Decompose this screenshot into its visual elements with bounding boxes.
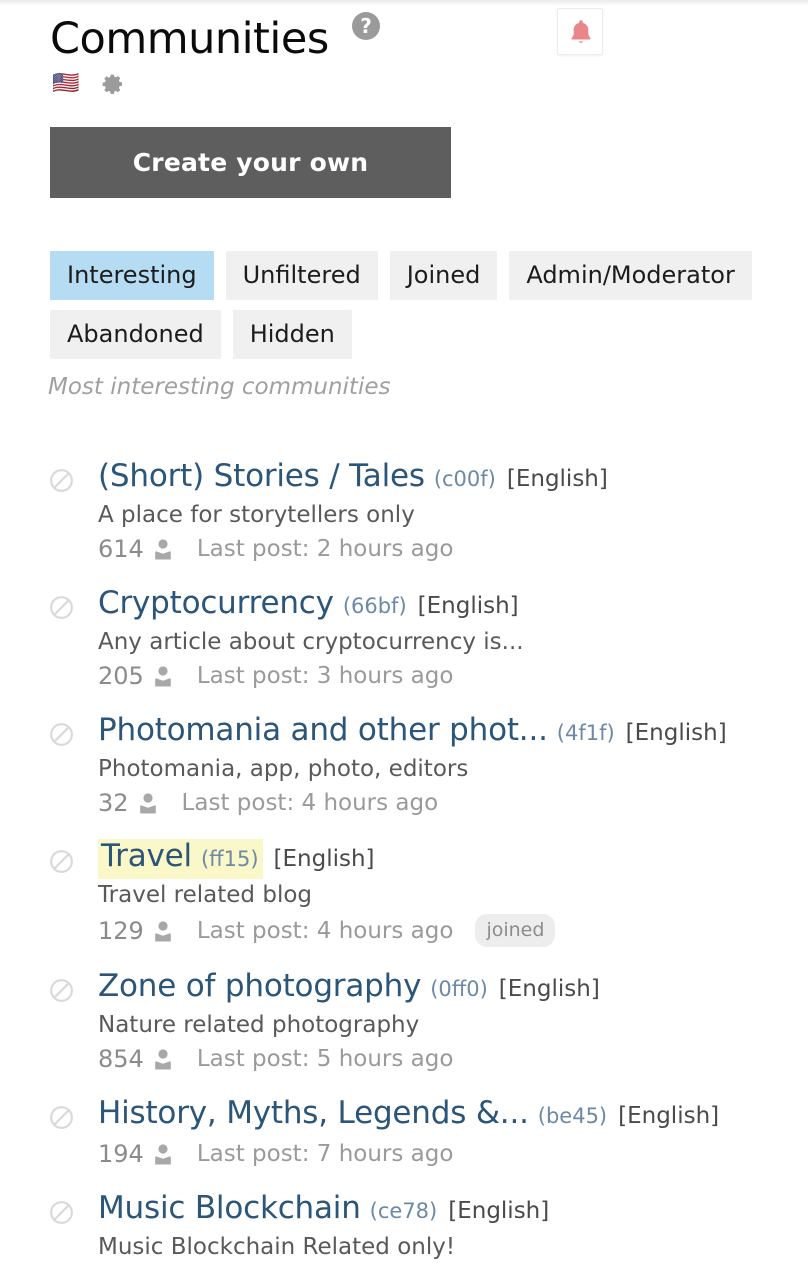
community-title-row: Cryptocurrency (66bf) [English]: [98, 585, 808, 626]
last-post-time: Last post: 4 hours ago: [181, 790, 439, 816]
notification-bell-button[interactable]: [557, 8, 603, 55]
communities-page: Communities ? 🇺🇸 Create your own Interes…: [0, 0, 808, 1280]
joined-badge[interactable]: joined: [475, 914, 556, 947]
user-icon: [153, 538, 173, 560]
community-title-row: Photomania and other phot... (4f1f) [Engli…: [98, 712, 808, 753]
community-title-link[interactable]: Photomania and other phot...: [98, 712, 548, 748]
community-title-link[interactable]: Zone of photography: [98, 968, 421, 1004]
community-title-link[interactable]: History, Myths, Legends &...: [98, 1095, 529, 1131]
community-stats-row: 129 Last post: 4 hours ago joined: [98, 914, 808, 947]
community-language: [English]: [417, 593, 519, 619]
member-count: 614: [98, 535, 144, 563]
community-language: [English]: [625, 720, 727, 746]
community-hash-code: (ce78): [369, 1199, 438, 1223]
community-title-link[interactable]: Music Blockchain: [98, 1190, 361, 1226]
community-stats-row: 854 Last post: 5 hours ago: [98, 1044, 808, 1074]
community-language: [English]: [618, 1103, 720, 1129]
tab-joined[interactable]: Joined: [389, 251, 498, 300]
filter-tabs: Interesting Unfiltered Joined Admin/Mode…: [50, 251, 770, 359]
member-count: 205: [98, 662, 144, 690]
last-post-time: Last post: 2 hours ago: [196, 536, 454, 562]
create-your-own-button[interactable]: Create your own: [50, 127, 451, 198]
community-list: (Short) Stories / Tales (c00f) [English] A…: [0, 458, 808, 1280]
settings-gear-icon[interactable]: [101, 72, 125, 96]
block-circle-icon[interactable]: [48, 977, 75, 1004]
community-title-row: History, Myths, Legends &... (be45) [Engli…: [98, 1095, 808, 1136]
community-hash-code: (ff15): [200, 847, 259, 871]
block-circle-icon[interactable]: [48, 1104, 75, 1131]
community-stats-row: 205 Last post: 3 hours ago: [98, 661, 808, 691]
community-list-item-0: (Short) Stories / Tales (c00f) [English] A…: [0, 458, 808, 564]
block-circle-icon[interactable]: [48, 467, 75, 494]
community-description: Travel related blog: [98, 882, 313, 908]
community-hash-code: (4f1f): [556, 721, 615, 745]
community-hash-code: (66bf): [342, 594, 407, 618]
tab-hidden[interactable]: Hidden: [232, 310, 352, 359]
community-language: [English]: [506, 466, 608, 492]
user-icon: [153, 665, 173, 687]
member-count: 32: [98, 789, 129, 817]
tab-admin-moderator[interactable]: Admin/Moderator: [509, 251, 752, 300]
community-title-link[interactable]: Travel: [101, 838, 192, 874]
page-title: Communities: [50, 14, 329, 64]
community-description: Photomania, app, photo, editors: [98, 756, 469, 782]
community-list-item-2: Photomania and other phot... (4f1f) [Engli…: [0, 712, 808, 818]
block-circle-icon[interactable]: [48, 721, 75, 748]
us-flag-icon[interactable]: 🇺🇸: [52, 72, 79, 96]
community-title-highlight-wrap: Cryptocurrency (66bf): [98, 585, 407, 626]
tab-interesting[interactable]: Interesting: [50, 251, 214, 300]
last-post-time: Last post: 5 hours ago: [196, 1046, 454, 1072]
member-count: 129: [98, 916, 144, 945]
community-title-row: Music Blockchain (ce78) [English]: [98, 1190, 808, 1231]
user-icon: [153, 1048, 173, 1070]
community-description: Nature related photography: [98, 1012, 420, 1038]
community-hash-code: (0ff0): [430, 977, 488, 1001]
header-meta-row: 🇺🇸: [52, 72, 125, 96]
community-title-link[interactable]: (Short) Stories / Tales: [98, 458, 425, 494]
community-language: [English]: [498, 976, 600, 1002]
community-title-row: Travel (ff15) [English]: [98, 839, 808, 879]
community-description: Any article about cryptocurrency is...: [98, 629, 524, 655]
community-list-item-3: Travel (ff15) [English] Travel related blo…: [0, 839, 808, 947]
member-count: 194: [98, 1140, 144, 1168]
community-description: A place for storytellers only: [98, 502, 415, 528]
community-title-highlight-wrap: History, Myths, Legends &... (be45): [98, 1095, 607, 1136]
user-icon: [153, 920, 173, 942]
community-title-row: (Short) Stories / Tales (c00f) [English]: [98, 458, 808, 499]
community-title-row: Zone of photography (0ff0) [English]: [98, 968, 808, 1009]
last-post-time: Last post: 4 hours ago: [196, 917, 454, 944]
community-title-highlight-wrap: Photomania and other phot... (4f1f): [98, 712, 615, 753]
tab-unfiltered[interactable]: Unfiltered: [225, 251, 378, 300]
user-icon: [153, 1143, 173, 1165]
community-list-item-1: Cryptocurrency (66bf) [English] Any articl…: [0, 585, 808, 691]
community-list-item-4: Zone of photography (0ff0) [English] Natur…: [0, 968, 808, 1074]
community-title-link[interactable]: Cryptocurrency: [98, 585, 334, 621]
help-question-icon[interactable]: ?: [352, 12, 380, 40]
community-list-item-6: Music Blockchain (ce78) [English] Music Bl…: [0, 1190, 808, 1263]
member-count: 854: [98, 1045, 144, 1073]
page-header: Communities ? 🇺🇸: [0, 6, 808, 114]
tab-abandoned[interactable]: Abandoned: [50, 310, 221, 359]
community-title-highlight-wrap: (Short) Stories / Tales (c00f): [98, 458, 496, 499]
community-title-highlight-wrap: Travel (ff15): [98, 839, 263, 879]
community-language: [English]: [273, 846, 375, 872]
block-circle-icon[interactable]: [48, 848, 75, 875]
community-stats-row: 194 Last post: 7 hours ago: [98, 1139, 808, 1169]
last-post-time: Last post: 3 hours ago: [196, 663, 454, 689]
section-caption: Most interesting communities: [48, 374, 391, 400]
community-stats-row: 32 Last post: 4 hours ago: [98, 788, 808, 818]
user-icon: [138, 792, 158, 814]
community-hash-code: (c00f): [433, 467, 496, 491]
community-hash-code: (be45): [537, 1104, 608, 1128]
block-circle-icon[interactable]: [48, 1199, 75, 1226]
community-description: Music Blockchain Related only!: [98, 1234, 456, 1260]
community-stats-row: 614 Last post: 2 hours ago: [98, 534, 808, 564]
last-post-time: Last post: 7 hours ago: [196, 1141, 454, 1167]
community-language: [English]: [448, 1198, 550, 1224]
community-list-item-5: History, Myths, Legends &... (be45) [Engli…: [0, 1095, 808, 1169]
community-title-highlight-wrap: Music Blockchain (ce78): [98, 1190, 437, 1231]
block-circle-icon[interactable]: [48, 594, 75, 621]
community-title-highlight-wrap: Zone of photography (0ff0): [98, 968, 488, 1009]
